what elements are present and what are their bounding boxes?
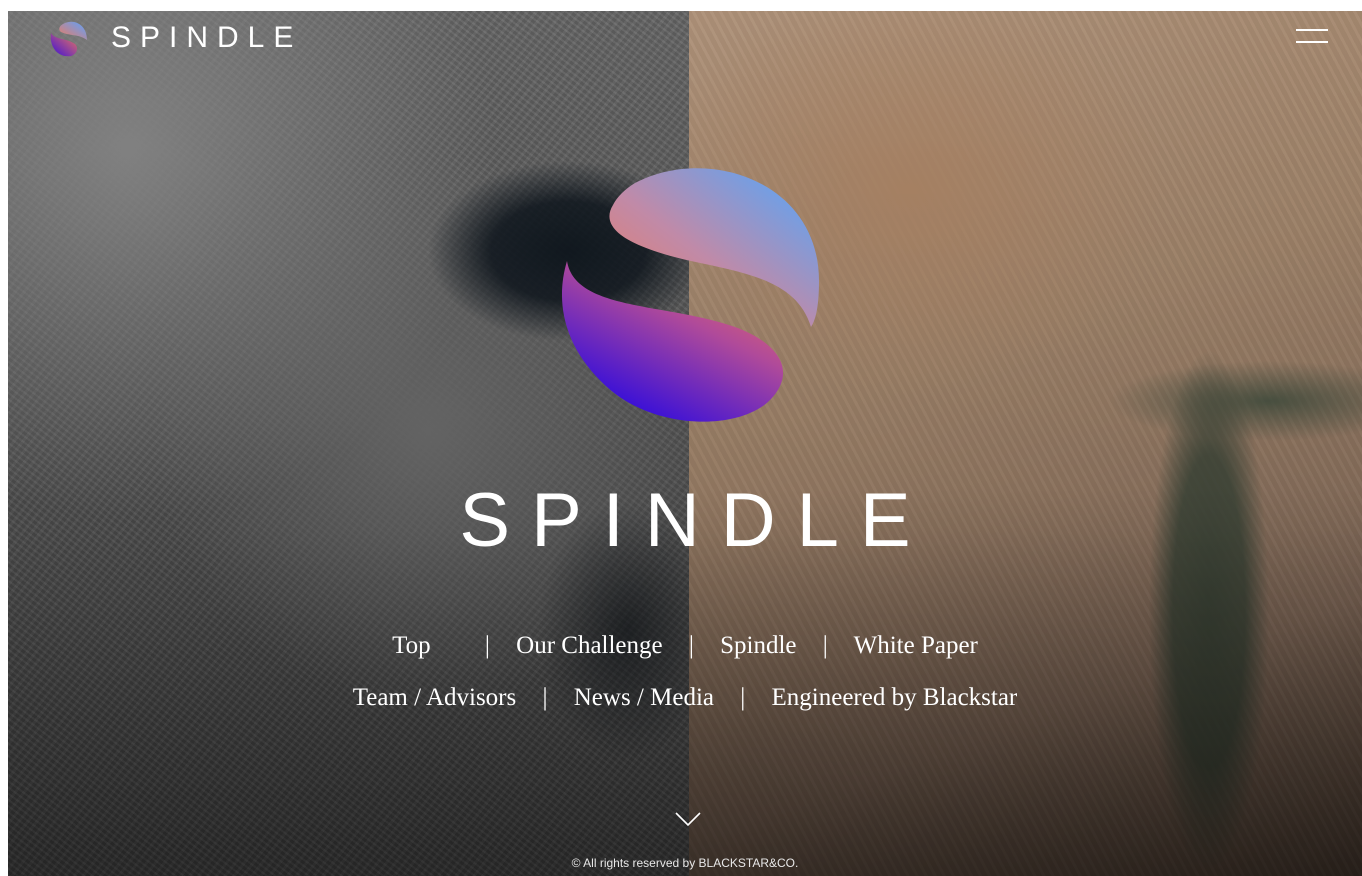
nav-link-spindle[interactable]: Spindle xyxy=(720,632,796,659)
nav-separator: | xyxy=(688,632,694,659)
copyright-text: © All rights reserved by BLACKSTAR&CO. xyxy=(571,856,799,870)
nav-link-news-media[interactable]: News / Media xyxy=(574,684,714,711)
hamburger-icon-line xyxy=(1296,41,1328,43)
spindle-s-emblem-icon xyxy=(561,168,819,422)
nav-separator: | xyxy=(740,684,746,711)
brand-wordmark: SPINDLE xyxy=(111,21,303,54)
nav-link-white-paper[interactable]: White Paper xyxy=(854,632,978,659)
nav-link-our-challenge[interactable]: Our Challenge xyxy=(516,632,662,659)
nav-separator: | xyxy=(542,684,548,711)
hero-section: SPINDLE SPINDLE Top | Our Challenge | Sp… xyxy=(8,11,1362,876)
spindle-sphere-logo-icon xyxy=(50,21,87,57)
nav-link-team-advisors[interactable]: Team / Advisors xyxy=(353,684,517,711)
header-logo-link[interactable]: SPINDLE xyxy=(49,18,302,58)
menu-button[interactable] xyxy=(1296,29,1328,45)
nav-link-engineered-by-blackstar[interactable]: Engineered by Blackstar xyxy=(772,684,1018,711)
hero-title: SPINDLE xyxy=(459,478,932,563)
background-overlay xyxy=(8,11,1362,876)
nav-separator: | xyxy=(822,632,828,659)
nav-row-primary: Top | Our Challenge | Spindle | White Pa… xyxy=(8,629,1362,663)
chevron-down-icon[interactable] xyxy=(674,809,702,829)
nav-link-top[interactable]: Top xyxy=(392,632,459,659)
hamburger-icon-line xyxy=(1296,29,1328,31)
nav-separator: | xyxy=(484,632,490,659)
nav-row-secondary: Team / Advisors | News / Media | Enginee… xyxy=(8,681,1362,715)
